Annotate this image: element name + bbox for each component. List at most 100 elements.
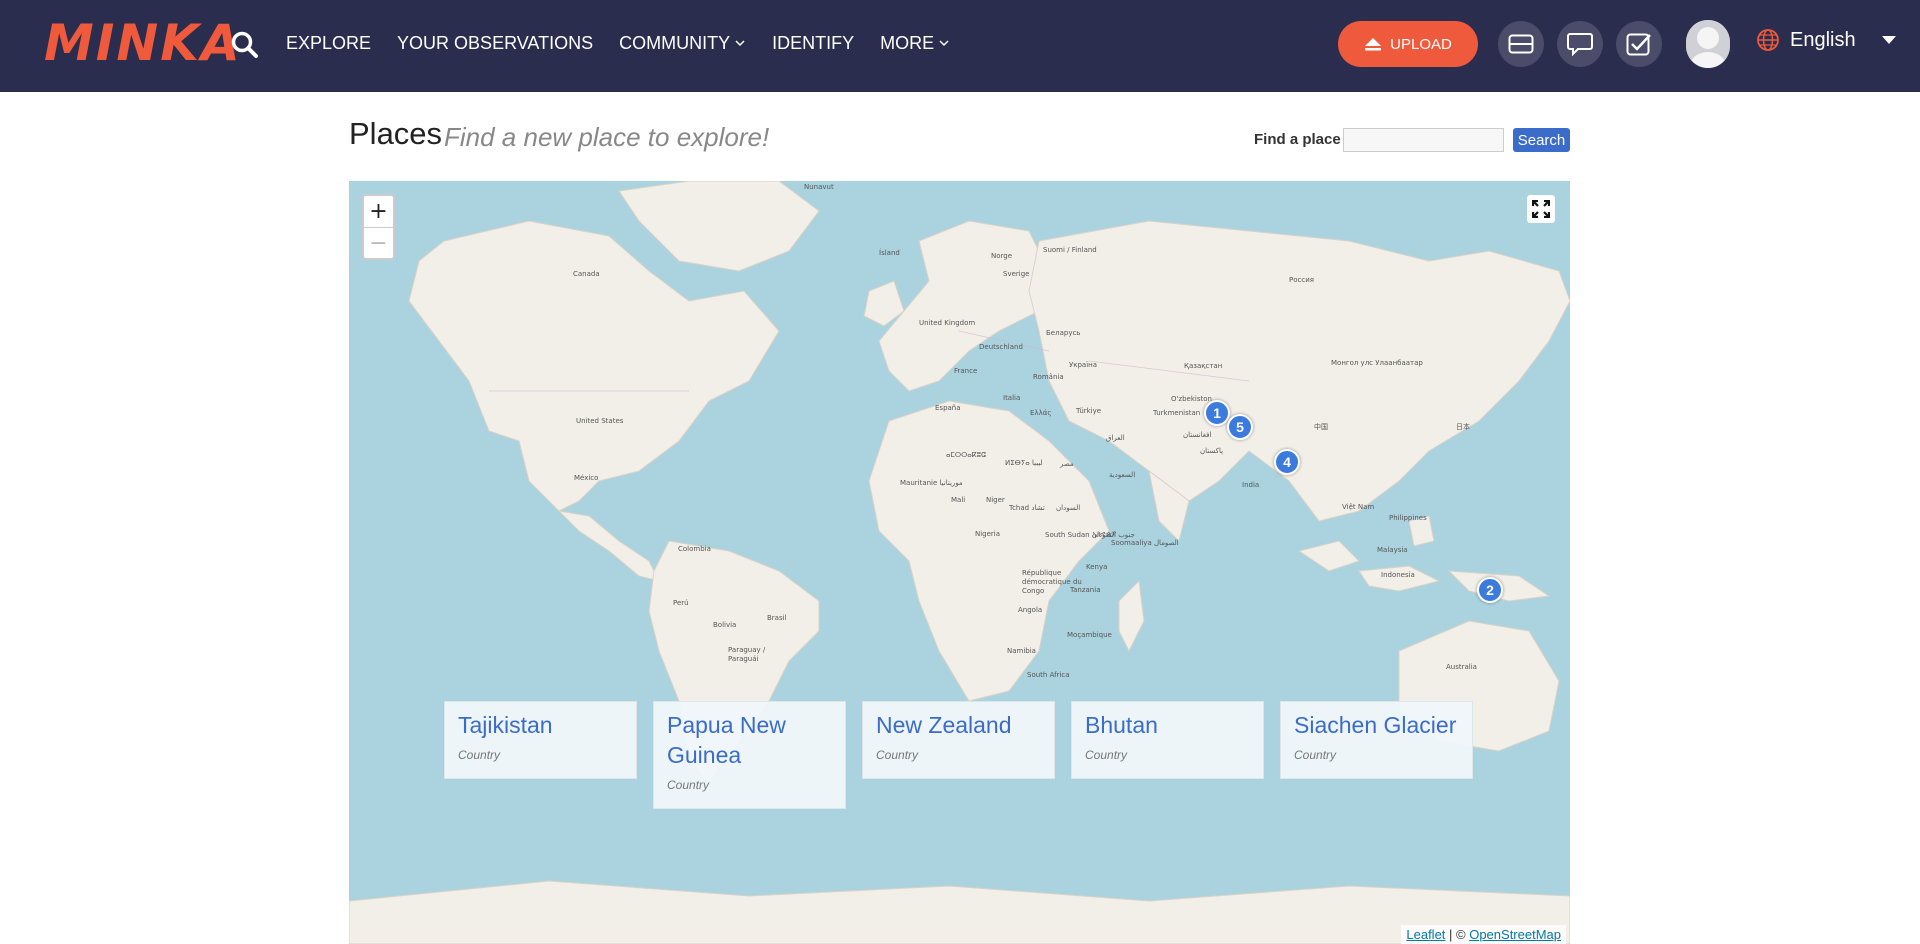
nav-identify[interactable]: IDENTIFY — [772, 33, 854, 54]
upload-button[interactable]: UPLOAD — [1338, 21, 1478, 67]
map-label: Moçambique — [1067, 631, 1112, 639]
zoom-in-button[interactable]: + — [364, 196, 393, 227]
map-label: Niger — [986, 496, 1005, 504]
place-card[interactable]: Siachen Glacier Country — [1280, 701, 1473, 779]
cluster-marker[interactable]: 5 — [1227, 414, 1253, 440]
map-label: افغانستان — [1183, 431, 1212, 439]
user-avatar[interactable] — [1686, 20, 1730, 68]
map-label: Soomaaliya الصومال — [1111, 539, 1179, 547]
places-map[interactable]: Nunavut Ísland Norge Suomi / Finland Sve… — [349, 181, 1570, 944]
map-label: Bolivia — [713, 621, 737, 629]
nav-your-observations[interactable]: YOUR OBSERVATIONS — [397, 33, 593, 54]
envelope-icon — [1508, 34, 1534, 54]
map-label: Nunavut — [804, 183, 834, 191]
map-label: Turkmenistan — [1153, 409, 1201, 417]
map-label: Perú — [673, 599, 689, 607]
fullscreen-button[interactable] — [1527, 195, 1555, 223]
place-name[interactable]: New Zealand — [876, 710, 1041, 740]
map-label: Sverige — [1003, 270, 1030, 278]
map-label: Tanzania — [1070, 586, 1101, 594]
map-label: Ελλάς — [1030, 409, 1052, 417]
place-card[interactable]: New Zealand Country — [862, 701, 1055, 779]
map-label: Suomi / Finland — [1043, 246, 1097, 254]
map-label: O'zbekiston — [1171, 395, 1212, 403]
map-label: Norge — [991, 252, 1013, 260]
place-name[interactable]: Siachen Glacier — [1294, 710, 1459, 740]
place-type: Country — [458, 748, 501, 762]
map-label: 中国 — [1314, 423, 1328, 431]
cluster-marker[interactable]: 2 — [1477, 577, 1503, 603]
map-label: Việt Nam — [1342, 503, 1375, 511]
place-card[interactable]: Papua New Guinea Country — [653, 701, 846, 809]
place-name[interactable]: Papua New Guinea — [667, 710, 832, 770]
upload-icon — [1365, 38, 1382, 51]
speech-bubble-icon — [1567, 33, 1593, 56]
map-label: United States — [576, 417, 624, 425]
map-label: Nigeria — [975, 530, 1001, 538]
world-map-tiles[interactable] — [349, 181, 1570, 944]
map-label: ⵍⵉⴱⵢⴰ ليبيا — [1005, 459, 1043, 467]
chevron-down-icon — [939, 40, 949, 47]
map-attribution: Leaflet | © OpenStreetMap — [1401, 925, 1566, 944]
place-name[interactable]: Tajikistan — [458, 710, 623, 740]
zoom-out-button[interactable]: − — [364, 227, 393, 258]
map-label: السعودية — [1109, 471, 1136, 479]
top-navbar: MINKA EXPLORE YOUR OBSERVATIONS COMMUNIT… — [0, 0, 1920, 92]
leaflet-link[interactable]: Leaflet — [1406, 927, 1445, 942]
map-label: France — [954, 367, 978, 375]
nav-explore[interactable]: EXPLORE — [286, 33, 371, 54]
map-label: Australia — [1446, 663, 1477, 671]
map-label: Colombia — [678, 545, 711, 553]
cluster-marker[interactable]: 4 — [1274, 449, 1300, 475]
place-type: Country — [667, 778, 710, 792]
map-label: Deutschland — [979, 343, 1023, 351]
map-label: Canada — [573, 270, 600, 278]
map-label: Kenya — [1086, 563, 1108, 571]
place-card[interactable]: Bhutan Country — [1071, 701, 1264, 779]
zoom-control: + − — [362, 194, 395, 260]
place-type: Country — [876, 748, 919, 762]
map-label: Türkiye — [1076, 407, 1102, 415]
map-label: España — [935, 404, 961, 412]
map-label: Монгол улс Улаанбаатар — [1331, 359, 1423, 367]
map-label: Malaysia — [1377, 546, 1408, 554]
nav-more[interactable]: MORE — [880, 33, 950, 54]
map-label: Mauritanie موريتانيا — [900, 479, 963, 487]
map-label: ኢትዮጵያ — [1092, 530, 1117, 538]
map-label: ⴰⵎⵔⵔⴰⴽⵓⵛ — [946, 451, 986, 459]
find-place-input[interactable] — [1343, 128, 1504, 152]
comments-button[interactable] — [1557, 21, 1603, 67]
map-label: Philippines — [1389, 514, 1427, 522]
map-label: السودان — [1056, 504, 1081, 512]
map-label: Україна — [1069, 361, 1098, 369]
place-card[interactable]: Tajikistan Country — [444, 701, 637, 779]
place-type: Country — [1294, 748, 1337, 762]
openstreetmap-link[interactable]: OpenStreetMap — [1469, 927, 1561, 942]
map-label: India — [1242, 481, 1260, 489]
chevron-down-icon — [735, 40, 745, 47]
map-label: South Sudan جنوب السودان — [1045, 531, 1135, 539]
page-subtitle: Find a new place to explore! — [444, 122, 770, 152]
map-label: Қазақстан — [1184, 362, 1223, 370]
place-name[interactable]: Bhutan — [1085, 710, 1250, 740]
tasks-button[interactable] — [1616, 21, 1662, 67]
minka-logo[interactable]: MINKA — [44, 18, 242, 68]
globe-icon — [1757, 29, 1779, 51]
map-label: Mali — [951, 496, 966, 504]
search-button[interactable]: Search — [1513, 128, 1570, 152]
messages-button[interactable] — [1498, 21, 1544, 67]
language-selector[interactable]: English — [1756, 28, 1896, 52]
map-label: Italia — [1003, 394, 1021, 402]
map-label: Angola — [1018, 606, 1043, 614]
avatar-icon — [1686, 20, 1730, 68]
map-label: مصر — [1060, 460, 1074, 468]
search-icon[interactable] — [230, 30, 260, 60]
map-label: Namibia — [1007, 647, 1036, 655]
checkbox-icon — [1626, 33, 1651, 56]
caret-down-icon — [1881, 36, 1896, 44]
nav-community[interactable]: COMMUNITY — [619, 33, 746, 54]
map-label: Россия — [1289, 276, 1314, 284]
map-label: México — [574, 474, 599, 482]
main-nav: EXPLORE YOUR OBSERVATIONS COMMUNITY IDEN… — [286, 0, 976, 86]
cluster-marker[interactable]: 1 — [1204, 400, 1230, 426]
